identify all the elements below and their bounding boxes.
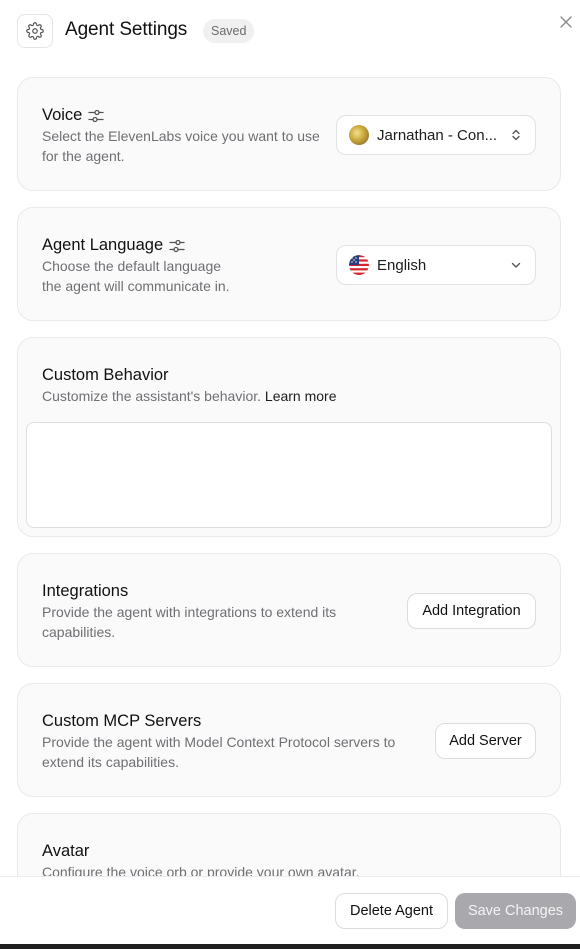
settings-scroll-area[interactable]: Voice Select the ElevenLabs voice you wa… [0,62,580,876]
language-select[interactable]: English [336,245,536,285]
add-server-button[interactable]: Add Server [435,723,536,759]
behavior-title: Custom Behavior [42,366,169,384]
custom-behavior-textarea[interactable] [26,422,552,528]
page-title: Agent Settings [65,19,188,40]
gear-icon [26,22,44,40]
voice-select-value: Jarnathan - Con... [377,126,498,144]
integrations-description: Provide the agent with integrations to e… [42,604,337,640]
sliders-icon[interactable] [169,239,185,253]
dialog-footer: Delete Agent Save Changes [0,876,580,944]
custom-behavior-card: Custom Behavior Customize the assistant'… [17,337,561,537]
language-description-line1: Choose the default language [42,258,222,274]
mcp-servers-card: Custom MCP Servers Provide the agent wit… [17,683,561,797]
avatar-description: Configure the voice orb or provide your … [42,864,360,876]
avatar-title: Avatar [42,842,90,860]
learn-more-link[interactable]: Learn more [265,388,337,404]
status-badge: Saved [203,19,255,43]
delete-agent-button[interactable]: Delete Agent [335,893,448,929]
language-description: Choose the default language the agent wi… [42,256,327,296]
us-flag-icon [349,255,369,275]
voice-description: Select the ElevenLabs voice you want to … [42,128,320,164]
language-select-value: English [377,256,427,274]
settings-button[interactable] [17,14,53,48]
avatar-card: Avatar Configure the voice orb or provid… [17,813,561,876]
integrations-title: Integrations [42,582,129,600]
save-changes-button[interactable]: Save Changes [455,893,576,929]
add-integration-button[interactable]: Add Integration [407,593,536,629]
language-title-label: Agent Language [42,236,164,254]
language-card: Agent Language Choose the default langua… [17,207,561,321]
voice-title: Voice [42,106,105,125]
sliders-icon[interactable] [88,109,105,123]
chevron-down-icon [511,262,521,268]
close-button[interactable] [558,14,574,30]
dialog-header: Agent Settings Saved [0,0,580,62]
integrations-card: Integrations Provide the agent with inte… [17,553,561,667]
voice-avatar [349,125,369,145]
voice-card: Voice Select the ElevenLabs voice you wa… [17,77,561,191]
mcp-title: Custom MCP Servers [42,712,202,730]
bottom-edge [0,944,580,949]
chevron-up-down-icon [512,129,520,141]
behavior-description-text: Customize the assistant's behavior. [42,388,262,404]
language-title: Agent Language [42,236,185,255]
voice-title-label: Voice [42,106,83,124]
behavior-description: Customize the assistant's behavior. Lear… [42,386,542,406]
language-description-line2: the agent will communicate in. [42,278,230,294]
mcp-description: Provide the agent with Model Context Pro… [42,734,396,770]
close-icon [560,16,572,28]
voice-select[interactable]: Jarnathan - Con... [336,115,536,155]
